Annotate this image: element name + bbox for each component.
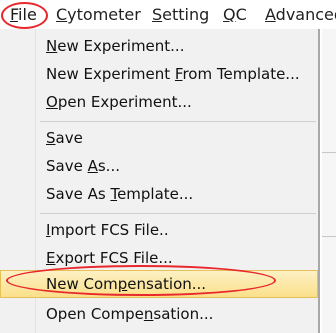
access-key: n <box>143 305 154 323</box>
menu-separator <box>40 213 316 214</box>
menu-item-label-pre: New Com <box>46 275 118 293</box>
menu-item-new-experiment-from-template[interactable]: New Experiment From Template... <box>0 60 318 88</box>
menu-item-export-fcs-file[interactable]: Export FCS File... <box>0 244 318 272</box>
menu-item-label-rest: xport FCS File... <box>55 249 173 267</box>
menu-advanced-access-key: A <box>265 5 276 24</box>
access-key: N <box>46 37 58 55</box>
menu-item-label-pre: New Experiment <box>46 65 175 83</box>
access-key: A <box>87 157 98 175</box>
background-divider <box>322 236 336 237</box>
menu-setting[interactable]: Setting <box>152 5 209 25</box>
background-divider <box>322 152 336 153</box>
background-window-edge <box>322 29 336 333</box>
menu-advanced-label: dvanced <box>275 5 336 24</box>
menu-advanced[interactable]: Advanced <box>265 5 336 25</box>
menu-item-open-experiment[interactable]: Open Experiment... <box>0 88 318 116</box>
menu-item-label-rest: ave <box>55 129 83 147</box>
menu-item-label: Open Compensation... <box>46 304 213 324</box>
menu-file-access-key: F <box>10 5 19 24</box>
menu-item-label-rest: mport FCS File.. <box>50 221 169 239</box>
menu-cytometer-access-key: C <box>56 5 68 24</box>
menu-item-label-rest: ew Experiment... <box>57 37 185 55</box>
menu-qc-access-key: Q <box>223 5 236 24</box>
menu-item-label: Save <box>46 128 83 148</box>
menu-bar: File Cytometer Setting QC Advanced <box>0 0 336 29</box>
menu-item-new-experiment[interactable]: New Experiment... <box>0 32 318 60</box>
menu-item-save-as-template[interactable]: Save As Template... <box>0 180 318 208</box>
menu-item-new-compensation[interactable]: New Compensation... <box>0 270 318 298</box>
menu-file[interactable]: File <box>10 5 37 25</box>
menu-item-save-as[interactable]: Save As... <box>0 152 318 180</box>
menu-cytometer-label: ytometer <box>67 5 141 24</box>
menu-item-label-pre: Open Compe <box>46 305 144 323</box>
menu-item-label-pre: Save <box>46 157 88 175</box>
menu-item-label-rest: emplate... <box>117 185 194 203</box>
menu-item-label: New Compensation... <box>46 274 206 294</box>
menu-item-label: New Experiment From Template... <box>46 64 300 84</box>
menu-item-label: Open Experiment... <box>46 92 192 112</box>
menu-item-label: Save As Template... <box>46 184 193 204</box>
menu-item-label-rest: s... <box>97 157 120 175</box>
menu-item-label-rest: rom Template... <box>182 65 300 83</box>
menu-item-save[interactable]: Save <box>0 124 318 152</box>
menu-item-label: Import FCS File.. <box>46 220 169 240</box>
menu-cytometer[interactable]: Cytometer <box>56 5 141 25</box>
menu-item-label-rest: sation... <box>153 305 214 323</box>
menu-qc-label: C <box>235 5 247 24</box>
menu-item-label-rest: ensation... <box>127 275 207 293</box>
access-key: S <box>46 129 56 147</box>
menu-item-label-rest: pen Experiment... <box>57 93 192 111</box>
menu-setting-label: etting <box>162 5 210 24</box>
menu-item-label: Save As... <box>46 156 120 176</box>
menu-item-label-pre: Save As <box>46 185 111 203</box>
file-dropdown-menu: New Experiment... New Experiment From Te… <box>0 29 320 333</box>
menu-file-label: ile <box>18 5 37 24</box>
access-key: p <box>117 275 128 293</box>
menu-item-import-fcs-file[interactable]: Import FCS File.. <box>0 216 318 244</box>
menu-setting-access-key: S <box>152 5 163 24</box>
menu-item-label: Export FCS File... <box>46 248 173 268</box>
access-key: O <box>46 93 58 111</box>
menu-separator <box>40 121 316 122</box>
menu-item-open-compensation[interactable]: Open Compensation... <box>0 300 318 328</box>
menu-item-label: New Experiment... <box>46 36 184 56</box>
menu-qc[interactable]: QC <box>223 5 247 25</box>
